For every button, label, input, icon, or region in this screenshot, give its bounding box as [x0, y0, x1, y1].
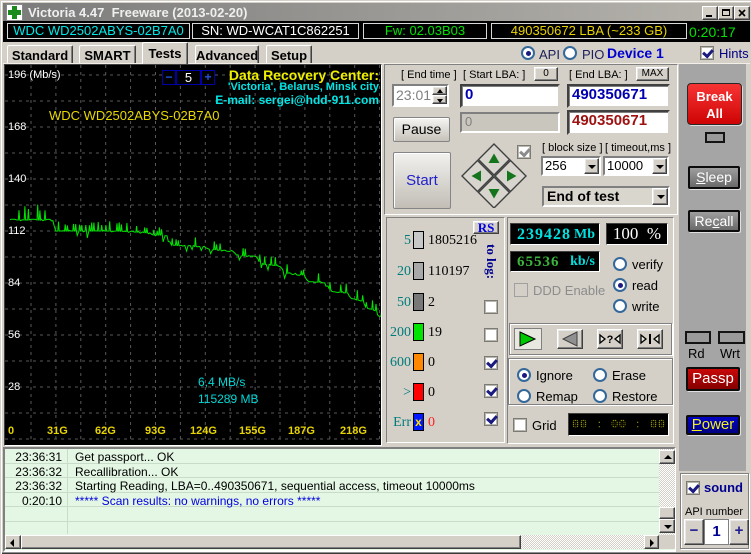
- svg-text:?: ?: [607, 334, 614, 346]
